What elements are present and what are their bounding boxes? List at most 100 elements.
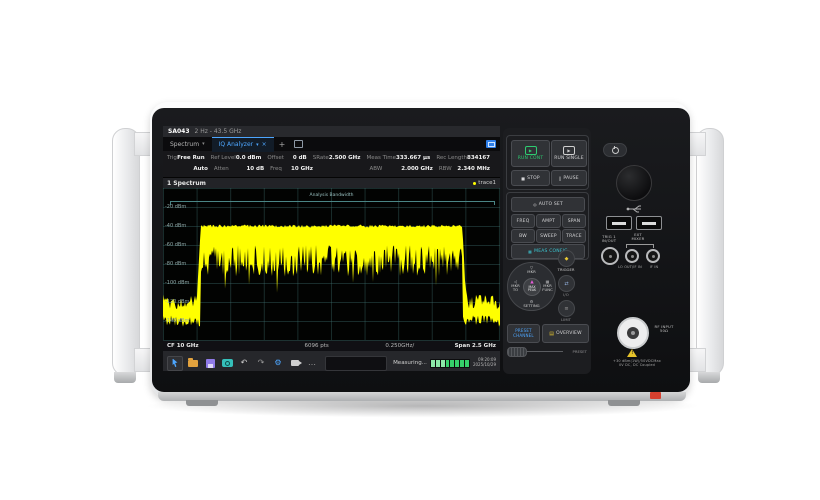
folder-icon xyxy=(188,360,198,367)
setting-abw[interactable]: ABW2.000 GHz xyxy=(370,166,439,172)
left-handle xyxy=(112,128,140,376)
preset-slider-label: PRESET xyxy=(559,349,587,354)
record-button[interactable] xyxy=(288,357,302,370)
display-icon[interactable] xyxy=(486,140,496,148)
y-axis-label: -80 dBm xyxy=(165,261,186,267)
undo-icon: ↶ xyxy=(241,359,248,367)
undo-button[interactable]: ↶ xyxy=(237,357,251,370)
trace-legend[interactable]: trace1 xyxy=(473,180,496,186)
mkr-to-key[interactable]: ◁ MKR TO xyxy=(509,280,522,293)
progress-bar xyxy=(430,359,470,368)
meas-config-icon: ▦ xyxy=(528,249,532,254)
trig-bnc-connector xyxy=(601,247,619,265)
setting-key[interactable]: ⚙ SETTING xyxy=(508,300,555,308)
front-keypad: ▶ RUN CONT ▶ RUN SINGLE ■ STOP ‖ PAUSE ◎… xyxy=(503,128,591,374)
setting-srate[interactable]: SRate2.500 GHz xyxy=(313,155,367,161)
overview-button[interactable]: ▤ OVERVIEW xyxy=(542,324,589,343)
trigger-key[interactable]: ◆ xyxy=(558,250,575,267)
io-key-label: I/O xyxy=(551,292,581,297)
preset-slider[interactable] xyxy=(507,347,527,357)
y-axis-label: -20 dBm xyxy=(165,204,186,210)
auto-set-icon: ◎ xyxy=(533,202,537,207)
max-peak-key[interactable]: ▲ MAX PEAK xyxy=(523,278,541,296)
touch-mode-button[interactable] xyxy=(167,356,183,371)
mkr-key[interactable]: ▽ MKR xyxy=(508,266,555,274)
io-key[interactable]: ⇄ xyxy=(558,275,575,292)
usb-port-1[interactable] xyxy=(606,216,632,230)
analysis-bandwidth-marker xyxy=(170,201,496,205)
tab-spectrum[interactable]: Spectrum ▾ xyxy=(163,137,212,151)
setting-atten[interactable]: Atten10 dB xyxy=(214,166,270,172)
redo-button[interactable]: ↷ xyxy=(254,357,268,370)
setting-trig[interactable]: TrigFree Run xyxy=(167,155,211,161)
device-foot-right xyxy=(608,400,640,406)
run-key-group: ▶ RUN CONT ▶ RUN SINGLE ■ STOP ‖ PAUSE xyxy=(506,135,589,190)
setting-trig-auto[interactable]: Auto xyxy=(167,166,214,172)
freq-button[interactable]: FREQ xyxy=(511,214,535,228)
quick-input-bar[interactable] xyxy=(325,356,387,371)
span-button[interactable]: SPAN xyxy=(562,214,586,228)
center-frequency[interactable]: CF 10 GHz xyxy=(167,343,199,349)
date: 2025/10/29 xyxy=(473,363,496,368)
stop-button[interactable]: ■ STOP xyxy=(511,170,550,186)
preset-slider-track xyxy=(527,351,563,352)
close-icon[interactable]: × xyxy=(262,141,267,148)
ampt-button[interactable]: AMPT xyxy=(536,214,561,228)
left-handle-foot xyxy=(114,372,136,383)
settings-button[interactable]: ⚙ xyxy=(271,357,285,370)
setting-rbw[interactable]: RBW2.340 MHz xyxy=(439,166,496,172)
open-file-button[interactable] xyxy=(186,357,200,370)
warning-icon: ! xyxy=(627,349,637,357)
run-single-icon: ▶ xyxy=(563,146,575,155)
usb-port-2[interactable] xyxy=(636,216,662,230)
mkr-func-key[interactable]: ▦ MKR FUNC xyxy=(541,280,554,293)
setting-freq[interactable]: Freq10 GHz xyxy=(270,166,319,172)
power-button[interactable] xyxy=(603,143,627,157)
ext-mixer-bracket xyxy=(626,244,654,248)
preset-channel-button[interactable]: PRESET CHANNEL xyxy=(507,324,540,343)
trigger-icon: ◆ xyxy=(565,256,569,262)
pause-button[interactable]: ‖ PAUSE xyxy=(551,170,587,186)
auto-set-button[interactable]: ◎ AUTO SET xyxy=(511,197,585,212)
run-cont-button[interactable]: ▶ RUN CONT xyxy=(511,140,550,167)
y-axis-label: -40 dBm xyxy=(165,223,186,229)
tab-iq-analyzer[interactable]: IQ Analyzer ▾ × xyxy=(212,137,274,152)
setting-meas-time[interactable]: Meas Time333.667 μs xyxy=(366,155,436,161)
marker-nav-pad: ▽ MKR ◁ MKR TO ▦ MKR FUNC ⚙ SETTING ▲ MA… xyxy=(507,262,556,311)
setting-ref-level[interactable]: Ref Level0.0 dBm xyxy=(211,155,268,161)
y-axis-label: -100 dBm xyxy=(165,280,189,286)
bw-button[interactable]: BW xyxy=(511,229,535,243)
limit-key[interactable]: ≡ xyxy=(558,300,575,317)
chevron-down-icon: ▾ xyxy=(256,142,259,148)
camcorder-icon xyxy=(291,360,299,366)
redo-icon: ↷ xyxy=(258,359,265,367)
gear-icon: ⚙ xyxy=(274,359,281,367)
settings-row-1: TrigFree Run Ref Level0.0 dBm Offset0 dB… xyxy=(167,152,496,163)
limit-key-label: LIMIT xyxy=(551,317,581,322)
run-single-button[interactable]: ▶ RUN SINGLE xyxy=(551,140,587,167)
measuring-status: Measuring... xyxy=(393,360,427,366)
hardware-panel: TRIG 1 IN/OUT EXT MIXER LO OUT/IF IN IF … xyxy=(594,130,688,386)
sweep-button[interactable]: SWEEP xyxy=(536,229,561,243)
usb-icon xyxy=(626,204,644,214)
restore-window-icon[interactable] xyxy=(294,140,303,148)
more-button[interactable]: … xyxy=(305,357,319,370)
rotary-knob[interactable] xyxy=(616,165,652,201)
spectrum-analyzer-device: SA043 2 Hz - 43.5 GHz Spectrum ▾ IQ Anal… xyxy=(0,0,820,500)
spectrum-plot[interactable]: -20 dBm -40 dBm -60 dBm -80 dBm -100 dBm… xyxy=(163,188,500,341)
screenshot-button[interactable] xyxy=(220,357,234,370)
window-header: 1 Spectrum trace1 xyxy=(163,178,500,188)
setting-rec-length[interactable]: Rec Length834167 xyxy=(436,155,496,161)
x-scale-bar: CF 10 GHz 6096 pts 0.250GHz/ Span 2.5 GH… xyxy=(163,341,500,351)
y-axis-label: -60 dBm xyxy=(165,242,186,248)
add-tab-button[interactable]: + xyxy=(274,140,291,149)
mode-tabbar: Spectrum ▾ IQ Analyzer ▾ × + xyxy=(163,137,500,151)
rf-input-connector xyxy=(617,317,649,349)
save-button[interactable] xyxy=(203,357,217,370)
span-value[interactable]: Span 2.5 GHz xyxy=(455,343,496,349)
limit-icon: ≡ xyxy=(564,306,568,312)
rf-warning-text: +30 dBm(1W)/50VDCMax 0V DC, DC Coupled xyxy=(594,359,680,368)
setting-offset[interactable]: Offset0 dB xyxy=(267,155,312,161)
trace-button[interactable]: TRACE xyxy=(562,229,586,243)
model-name: SA043 xyxy=(168,128,190,135)
